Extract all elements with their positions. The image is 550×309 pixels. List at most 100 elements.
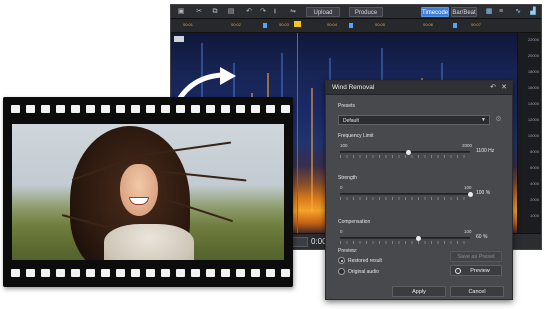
film-perforation xyxy=(266,269,275,277)
track-label xyxy=(174,36,184,42)
ruler-tick: 00:04 xyxy=(327,22,338,27)
frequency-max: 2000 xyxy=(462,143,473,148)
playhead-line[interactable] xyxy=(297,33,298,235)
undo-icon[interactable]: ↶ xyxy=(245,8,253,16)
strength-max: 100 xyxy=(464,185,472,190)
menu-icon[interactable]: ≡ xyxy=(497,8,505,16)
film-perforation xyxy=(176,105,185,113)
film-perforation xyxy=(86,105,95,113)
compensation-slider[interactable] xyxy=(340,236,470,241)
copy-icon[interactable]: ⧉ xyxy=(211,8,219,16)
film-perforation xyxy=(221,269,230,277)
reset-icon[interactable]: ↶ xyxy=(490,83,496,91)
grid-icon[interactable]: ▦ xyxy=(485,8,493,16)
save-icon[interactable]: ▣ xyxy=(177,8,185,16)
frequency-min: 100 xyxy=(340,143,348,148)
apply-button[interactable]: Apply xyxy=(392,286,446,297)
film-perforation xyxy=(26,105,35,113)
film-perforation xyxy=(101,105,110,113)
compensation-max: 100 xyxy=(464,229,472,234)
region-marker[interactable] xyxy=(453,23,457,28)
compensation-label: Compensation xyxy=(338,219,371,225)
frequency-label: 4000 xyxy=(530,181,539,186)
region-marker[interactable] xyxy=(263,23,267,28)
barbeat-button[interactable]: Bar/Beat xyxy=(451,7,477,17)
film-perforation xyxy=(11,269,20,277)
produce-button[interactable]: Produce xyxy=(349,7,383,17)
region-marker[interactable] xyxy=(349,23,353,28)
screenshot-stage: ▣ ✂ ⧉ ▤ ↶ ↷ ⭳ ⇋ Upload Produce Timecode … xyxy=(0,0,550,309)
strength-min: 0 xyxy=(340,185,343,190)
frequency-scale: 22000 20000 18000 16000 14000 12000 1000… xyxy=(517,33,541,235)
film-perforation xyxy=(251,269,260,277)
film-perforation xyxy=(191,105,200,113)
dialog-titlebar[interactable]: Wind Removal ↶ ✕ xyxy=(326,81,512,95)
waveform-icon[interactable]: ∿ xyxy=(514,8,522,16)
film-perforation xyxy=(41,105,50,113)
film-perforation xyxy=(281,105,290,113)
frequency-limit-label: Frequency Limit xyxy=(338,133,374,139)
save-as-preset-button[interactable]: Save as Preset xyxy=(450,251,502,262)
film-perforation xyxy=(131,269,140,277)
frequency-limit-value: 1100 Hz xyxy=(476,148,495,154)
film-perforation xyxy=(191,269,200,277)
compensation-value: 60 % xyxy=(476,234,488,240)
film-perforation xyxy=(266,105,275,113)
spectrum-band xyxy=(311,88,313,213)
timeline-ruler[interactable]: 00:01 00:02 00:03 00:04 00:05 00:06 00:0… xyxy=(171,19,541,33)
spectrum-icon[interactable]: ▟ xyxy=(529,8,537,16)
preset-dropdown[interactable]: Default ▼ xyxy=(338,115,490,125)
restored-result-radio[interactable] xyxy=(338,257,345,264)
film-perforation xyxy=(236,105,245,113)
film-perforation xyxy=(71,105,80,113)
preset-settings-icon[interactable]: ⚙ xyxy=(494,115,503,124)
original-audio-radio[interactable] xyxy=(338,268,345,275)
frequency-label: 10000 xyxy=(527,133,539,138)
frequency-label: 18000 xyxy=(527,69,539,74)
strength-label: Strength xyxy=(338,175,357,181)
slider-ticks xyxy=(340,197,470,200)
film-perforation xyxy=(146,269,155,277)
ruler-tick: 00:03 xyxy=(279,22,290,27)
close-icon[interactable]: ✕ xyxy=(501,83,507,91)
ruler-tick: 00:02 xyxy=(231,22,242,27)
timecode-button[interactable]: Timecode xyxy=(421,7,449,17)
cancel-button[interactable]: Cancel xyxy=(450,286,504,297)
frequency-limit-slider[interactable] xyxy=(340,150,470,155)
upload-button[interactable]: Upload xyxy=(306,7,340,17)
redo-icon[interactable]: ↷ xyxy=(259,8,267,16)
frequency-label: 8000 xyxy=(530,149,539,154)
strength-value: 100 % xyxy=(476,190,491,196)
ruler-tick: 00:05 xyxy=(375,22,386,27)
film-perforation xyxy=(101,269,110,277)
film-perforation xyxy=(161,269,170,277)
woman-photo xyxy=(12,124,284,260)
preview-button[interactable]: Preview xyxy=(450,265,502,276)
frequency-label: 2000 xyxy=(530,197,539,202)
film-perforation xyxy=(26,269,35,277)
original-audio-label: Original audio xyxy=(348,269,379,275)
strength-slider[interactable] xyxy=(340,192,473,197)
face-shape xyxy=(120,164,158,216)
ruler-tick: 00:06 xyxy=(423,22,434,27)
film-perforation xyxy=(206,105,215,113)
transport-icon[interactable]: ⇋ xyxy=(289,8,297,16)
preview-button-label: Preview xyxy=(470,268,490,274)
preset-value: Default xyxy=(343,118,359,124)
frequency-label: 16000 xyxy=(527,85,539,90)
film-strip-image xyxy=(3,97,293,287)
playhead-marker[interactable] xyxy=(294,21,301,27)
film-perforation xyxy=(56,269,65,277)
presets-label: Presets xyxy=(338,103,355,109)
cut-icon[interactable]: ✂ xyxy=(195,8,203,16)
frequency-label: 22000 xyxy=(527,37,539,42)
film-perforation xyxy=(56,105,65,113)
wind-removal-dialog: Wind Removal ↶ ✕ Presets Default ▼ ⚙ Fre… xyxy=(325,80,513,300)
ruler-tick: 00:01 xyxy=(183,22,194,27)
film-perforation xyxy=(206,269,215,277)
download-icon[interactable]: ⭳ xyxy=(271,8,279,16)
film-perforation xyxy=(281,269,290,277)
film-perforation xyxy=(116,105,125,113)
film-perforation xyxy=(86,269,95,277)
paste-icon[interactable]: ▤ xyxy=(227,8,235,16)
